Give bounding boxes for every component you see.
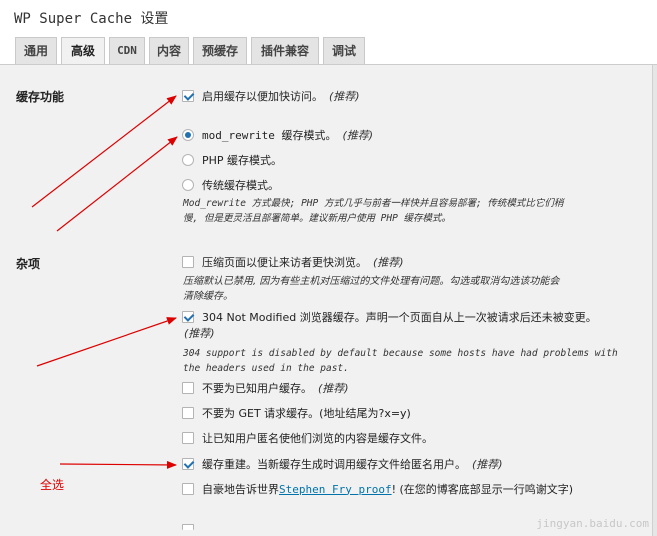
scrollbar-edge[interactable]	[652, 65, 657, 536]
tab-preload[interactable]: 预缓存	[193, 37, 247, 65]
not-modified-description: 304 support is disabled by default becau…	[183, 346, 643, 376]
mode-mod-rewrite-option[interactable]: mod_rewrite 缓存模式。 (推荐)	[182, 127, 373, 143]
tab-contents[interactable]: 内容	[149, 37, 189, 65]
proud-checkbox[interactable]	[182, 483, 194, 495]
tab-debug[interactable]: 调试	[323, 37, 365, 65]
php-mode-label: PHP 缓存模式。	[202, 154, 283, 167]
tab-advanced[interactable]: 高级	[61, 37, 105, 66]
stephen-fry-link[interactable]: Stephen Fry proof	[279, 483, 392, 496]
no-get-label: 不要为 GET 请求缓存。(地址结尾为?x=y)	[202, 407, 411, 420]
not-modified-checkbox[interactable]	[182, 311, 194, 323]
description-line: 304 support is disabled by default becau…	[183, 348, 618, 359]
proud-option[interactable]: 自豪地告诉世界 Stephen Fry proof ! (在您的博客底部显示一行…	[182, 481, 573, 497]
page-title: WP Super Cache 设置	[14, 11, 169, 27]
description-line: Mod_rewrite 方式最快; PHP 方式几乎与前者一样快并且容易部署; …	[183, 198, 564, 209]
caching-mode-description: Mod_rewrite 方式最快; PHP 方式几乎与前者一样快并且容易部署; …	[183, 196, 643, 226]
compress-label: 压缩页面以便让来访者更快浏览。	[202, 256, 367, 269]
description-line: 压缩默认已禁用, 因为有些主机对压缩过的文件处理有问题。勾选或取消勾选该功能会	[183, 276, 560, 287]
partial-checkbox[interactable]	[182, 524, 194, 530]
anonymous-label: 让已知用户匿名使他们浏览的内容是缓存文件。	[202, 432, 433, 445]
mod-rewrite-label: mod_rewrite 缓存模式。	[202, 129, 337, 142]
not-modified-note-row: (推荐)	[184, 325, 215, 341]
tab-plugins[interactable]: 插件兼容	[251, 37, 319, 65]
select-all-annotation: 全选	[40, 478, 65, 492]
enable-caching-checkbox[interactable]	[182, 90, 194, 102]
description-line: 清除缓存。	[183, 291, 233, 302]
no-known-users-option[interactable]: 不要为已知用户缓存。 (推荐)	[182, 380, 349, 396]
legacy-mode-label: 传统缓存模式。	[202, 179, 279, 192]
compress-option[interactable]: 压缩页面以便让来访者更快浏览。 (推荐)	[182, 254, 404, 270]
no-get-option[interactable]: 不要为 GET 请求缓存。(地址结尾为?x=y)	[182, 405, 411, 421]
recommended-note: (推荐)	[373, 256, 404, 269]
caching-section-label: 缓存功能	[16, 90, 65, 104]
watermark: jingyan.baidu.com	[536, 517, 649, 530]
mod-rewrite-radio[interactable]	[182, 129, 194, 141]
legacy-mode-radio[interactable]	[182, 179, 194, 191]
mode-legacy-option[interactable]: 传统缓存模式。	[182, 177, 279, 193]
anonymous-option[interactable]: 让已知用户匿名使他们浏览的内容是缓存文件。	[182, 430, 433, 446]
anonymous-checkbox[interactable]	[182, 432, 194, 444]
recommended-note: (推荐)	[329, 90, 360, 103]
recommended-note: (推荐)	[342, 129, 374, 142]
no-get-checkbox[interactable]	[182, 407, 194, 419]
description-line: 慢, 但是更灵活且部署简单。建议新用户使用 PHP 缓存模式。	[183, 213, 452, 224]
tab-cdn[interactable]: CDN	[109, 37, 145, 65]
partial-checkbox-row	[182, 524, 202, 530]
cache-rebuild-checkbox[interactable]	[182, 458, 194, 470]
enable-caching-option[interactable]: 启用缓存以便加快访问。 (推荐)	[182, 88, 360, 104]
description-line: the headers used in the past.	[183, 363, 349, 374]
enable-caching-label: 启用缓存以便加快访问。	[202, 90, 323, 103]
recommended-note: (推荐)	[472, 458, 503, 471]
misc-section-label: 杂项	[16, 257, 41, 271]
mode-php-option[interactable]: PHP 缓存模式。	[182, 152, 282, 168]
proud-label-before: 自豪地告诉世界	[202, 483, 279, 496]
not-modified-option[interactable]: 304 Not Modified 浏览器缓存。声明一个页面自从上一次被请求后还未…	[182, 309, 597, 325]
recommended-note: (推荐)	[184, 327, 215, 340]
no-known-users-label: 不要为已知用户缓存。	[202, 382, 312, 395]
compress-checkbox[interactable]	[182, 256, 194, 268]
no-known-users-checkbox[interactable]	[182, 382, 194, 394]
cache-rebuild-option[interactable]: 缓存重建。当新缓存生成时调用缓存文件给匿名用户。 (推荐)	[182, 456, 503, 472]
proud-label-after: ! (在您的博客底部显示一行鸣谢文字)	[391, 483, 574, 496]
recommended-note: (推荐)	[318, 382, 349, 395]
php-mode-radio[interactable]	[182, 154, 194, 166]
compress-description: 压缩默认已禁用, 因为有些主机对压缩过的文件处理有问题。勾选或取消勾选该功能会 …	[183, 274, 643, 304]
not-modified-label: 304 Not Modified 浏览器缓存。声明一个页面自从上一次被请求后还未…	[202, 311, 597, 324]
cache-rebuild-label: 缓存重建。当新缓存生成时调用缓存文件给匿名用户。	[202, 458, 466, 471]
tab-general[interactable]: 通用	[15, 37, 57, 65]
